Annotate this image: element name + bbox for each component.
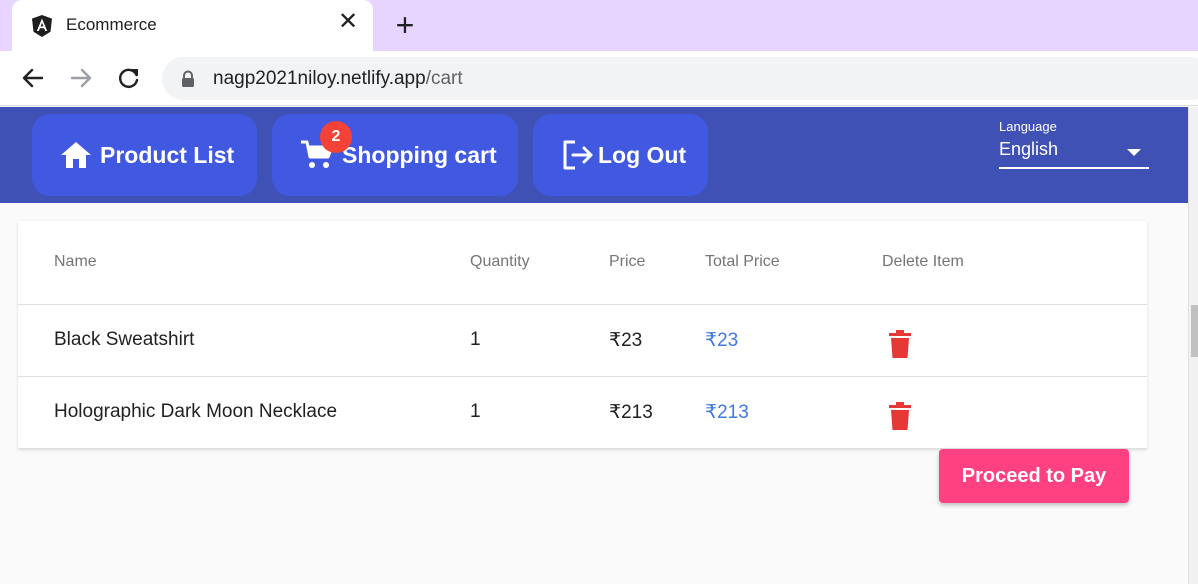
column-header-delete-item: Delete Item: [882, 253, 964, 270]
home-icon: [61, 142, 91, 168]
url-host: nagp2021niloy.netlify.app: [213, 68, 426, 89]
new-tab-icon[interactable]: +: [391, 8, 419, 42]
back-arrow-icon[interactable]: [18, 63, 48, 93]
logout-button[interactable]: Log Out: [533, 114, 708, 196]
delete-trash-icon[interactable]: [889, 330, 911, 358]
logout-icon: [563, 140, 593, 170]
column-header-name: Name: [54, 253, 97, 270]
language-label: Language: [999, 119, 1057, 134]
app-header: Product List Shopping cart 2 Log Out Lan…: [0, 107, 1188, 203]
product-list-label: Product List: [100, 141, 235, 168]
column-header-total-price: Total Price: [705, 253, 780, 270]
item-price: ₹213: [609, 402, 653, 423]
cart-count-badge: 2: [320, 121, 352, 153]
browser-tab[interactable]: Ecommerce ✕: [12, 0, 373, 51]
column-header-price: Price: [609, 253, 646, 270]
browser-toolbar: nagp2021niloy.netlify.app/cart: [0, 51, 1198, 106]
column-header-quantity: Quantity: [470, 253, 530, 270]
product-list-button[interactable]: Product List: [32, 114, 257, 196]
language-value: English: [999, 139, 1059, 159]
reload-icon[interactable]: [114, 63, 144, 93]
delete-trash-icon[interactable]: [889, 402, 911, 430]
item-name: Black Sweatshirt: [54, 329, 195, 350]
item-price: ₹23: [609, 330, 643, 351]
lock-icon: [182, 70, 194, 87]
language-select[interactable]: Language English: [999, 116, 1149, 169]
url-text: nagp2021niloy.netlify.app/cart: [213, 68, 463, 90]
item-name: Holographic Dark Moon Necklace: [54, 401, 338, 422]
page-scrollbar[interactable]: [1188, 107, 1198, 584]
item-total-price: ₹213: [705, 402, 749, 423]
close-tab-icon[interactable]: ✕: [337, 10, 359, 34]
scrollbar-thumb[interactable]: [1191, 305, 1198, 357]
table-header-row: Name Quantity Price Total Price Delete I…: [18, 221, 1147, 305]
table-row: Black Sweatshirt 1 ₹23 ₹23: [18, 305, 1147, 377]
proceed-to-pay-button[interactable]: Proceed to Pay: [939, 449, 1129, 503]
tab-title: Ecommerce: [66, 15, 157, 34]
table-row: Holographic Dark Moon Necklace 1 ₹213 ₹2…: [18, 377, 1147, 449]
shopping-cart-label: Shopping cart: [342, 141, 497, 168]
angular-logo-icon: [32, 15, 52, 37]
cart-table: Name Quantity Price Total Price Delete I…: [18, 221, 1147, 449]
browser-tab-strip: Ecommerce ✕ +: [0, 0, 1198, 51]
item-quantity: 1: [470, 329, 481, 350]
dropdown-arrow-icon: [1127, 149, 1141, 156]
logout-label: Log Out: [598, 141, 687, 168]
address-bar[interactable]: nagp2021niloy.netlify.app/cart: [162, 57, 1198, 100]
forward-arrow-icon[interactable]: [66, 63, 96, 93]
shopping-cart-button[interactable]: Shopping cart 2: [272, 114, 518, 196]
item-quantity: 1: [470, 401, 481, 422]
item-total-price: ₹23: [705, 330, 739, 351]
url-path: /cart: [425, 68, 463, 89]
